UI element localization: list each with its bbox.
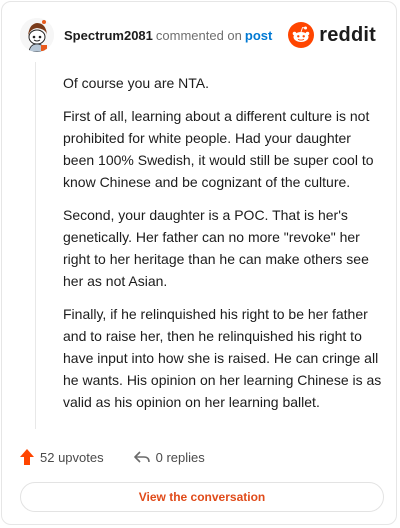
comment-paragraph: Of course you are NTA. [63,75,210,91]
reply-arrow-icon [133,451,150,463]
post-link[interactable]: post [245,28,272,43]
user-avatar[interactable] [20,18,54,52]
username-link[interactable]: Spectrum2081 [64,28,153,43]
snoo-avatar-icon [20,18,54,52]
comment-paragraph: First of all, learning about a different… [63,108,374,190]
comment-paragraph: Second, your daughter is a POC. That is … [63,207,369,289]
upvote-arrow-icon [20,449,34,465]
reddit-wordmark: reddit [319,23,376,46]
commented-on-label: commented on [155,28,242,43]
view-conversation-button[interactable]: View the conversation [20,482,384,512]
comment-header: Spectrum2081 commented on post reddit [20,18,380,54]
thread-line [35,62,36,429]
comment-actions: 52 upvotes 0 replies [20,446,205,468]
upvote-button[interactable]: 52 upvotes [20,449,104,465]
comment-card: Spectrum2081 commented on post reddit Of c… [1,1,397,525]
reddit-logo[interactable]: reddit [288,22,376,48]
upvote-count: 52 upvotes [40,449,104,465]
replies-button[interactable]: 0 replies [133,449,205,465]
reply-count: 0 replies [155,449,205,465]
reddit-snoo-icon [288,22,315,48]
comment-paragraph: Finally, if he relinquished his right to… [63,306,382,410]
comment-body: Of course you are NTA. First of all, lea… [63,72,383,424]
comment-byline: Spectrum2081 commented on post [64,28,272,43]
